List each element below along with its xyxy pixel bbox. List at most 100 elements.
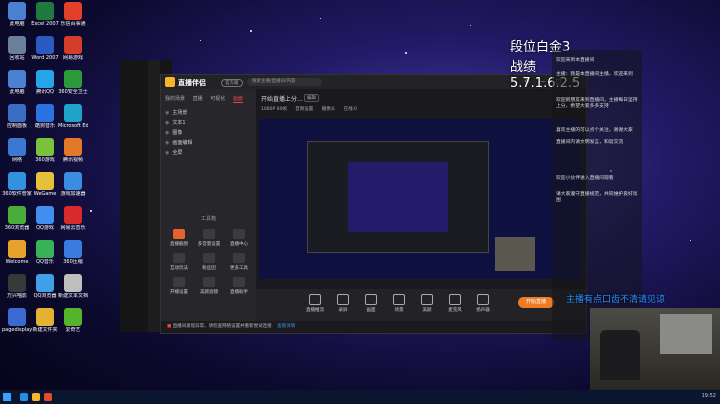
desktop-icon[interactable]: 360游戏 [30,138,60,163]
layers-icon [393,294,405,305]
left-panel: 我的场景 直播 可视化 画面 ◉ 主场景 ◉ 文本1 ◉ 图像 ◉ 画面编辑 ◉ 全屏 工… [161,89,256,333]
desktop-icon[interactable]: 360压缩 [58,240,88,265]
desktop-icon[interactable]: 乐信百事通 [58,2,88,27]
camera-setting[interactable]: 摄像头 [322,107,336,112]
desktop-icon[interactable]: 网易游戏 [58,36,88,61]
tool-button[interactable]: 互动玩法 [165,253,193,271]
desktop-icon-label: QQ游戏 [36,225,54,231]
desktop-icon[interactable]: 腾讯视频 [58,138,88,163]
desktop-icon[interactable]: QQ游戏 [30,206,60,231]
tool-button[interactable]: 开播设置 [165,277,193,295]
desktop-icon[interactable]: Excel 2007 [30,2,60,27]
speaker-icon [477,294,489,305]
desktop-icon[interactable]: 酷狗音乐 [30,104,60,129]
screen-button[interactable]: 画面 [360,294,382,313]
windows-start-icon[interactable] [3,393,11,401]
tool-button[interactable]: 美颜滤镜 [195,277,223,295]
desktop-icon-label: 此电脑 [9,21,25,27]
desktop-icon[interactable]: 控制面板 [2,104,32,129]
alert-bar: ■ 直播间发现异常，请检查网络设置并重新尝试连接 查看详情 [161,321,586,333]
desktop-icon[interactable]: Welcome [2,240,32,265]
desktop-icon[interactable]: 网易云音乐 [58,206,88,231]
tool-label: 更多工具 [230,266,248,271]
desktop-icon[interactable]: QQ音乐 [30,240,60,265]
desktop-icon[interactable]: 回收站 [2,36,32,61]
desktop-icon-label: 360压缩 [63,259,83,265]
scene-item[interactable]: ◉ 全屏 [165,149,182,156]
desktop-icon[interactable]: 新建文件夹 [30,308,60,333]
tool-button[interactable]: 粉丝团 [195,253,223,271]
taskbar-app-icon[interactable] [32,393,40,401]
alert-details-link[interactable]: 查看详情 [277,324,295,329]
app-icon [36,206,54,224]
eye-icon: ◉ [165,120,170,126]
audio-setting[interactable]: 音频设置 [295,107,313,112]
desktop-icon[interactable]: 360浏览器 [2,206,32,231]
desktop-icon[interactable]: WeGame [30,172,60,197]
record-button[interactable]: 录屏 [332,294,354,313]
scene-item[interactable]: ◉ 图像 [165,129,182,136]
nested-desktop-preview [348,162,448,232]
tool-button[interactable]: 更多工具 [225,253,253,271]
desktop-icon[interactable]: 腾讯QQ [30,70,60,95]
speaker-button[interactable]: 扬声器 [472,294,494,313]
app-icon [8,308,26,326]
desktop-icon[interactable]: 新建文本文档 [58,274,88,299]
desktop-icon[interactable]: 此电脑 [2,70,32,95]
desktop-icon[interactable]: pagedisplay_pro [2,308,32,333]
taskbar-app-icon[interactable] [44,393,52,401]
desktop-icon-label: 爱奇艺 [65,327,81,333]
scene-item[interactable]: ◉ 文本1 [165,119,186,126]
desktop-icon[interactable]: 360安全卫士 [58,70,88,95]
tab-visual[interactable]: 可视化 [210,96,225,102]
app-icon [64,36,82,54]
tool-icon [203,253,215,263]
microphone-button[interactable]: 麦克风 [444,294,466,313]
scene-item[interactable]: ◉ 画面编辑 [165,139,192,146]
chat-message: 喜欢主播的可以点个关注，谢谢大家 [556,128,633,133]
desktop-icon[interactable]: 游戏加速器 [58,172,88,197]
desktop-icon[interactable]: Word 2007 [30,36,60,61]
tool-button[interactable]: 直播助手 [225,277,253,295]
live-companion-window: 直播伴侣 官方版 搜索主播/直播间/内容 ⚙ — ▢ ✕ 我的场景 直播 可视化… [160,74,587,334]
desktop-icon[interactable]: 爱奇艺 [58,308,88,333]
scrolling-banner: 主播有点口齿不清请见谅 [566,295,666,305]
tool-button[interactable]: 直播截图 [165,229,193,247]
tab-my-scenes[interactable]: 我的场景 [165,96,185,102]
tool-icon [233,277,245,287]
chat-message: 直播间内请文明发言，和谐交流 [556,140,624,145]
desktop-icon[interactable]: 网络 [2,138,32,163]
taskbar-app-icon[interactable] [20,393,28,401]
desktop-icon[interactable]: Microsoft Edge [58,104,88,129]
chat-message: 欢迎新朋友来到直播间，主播每日坚持上分，希望大家多多支持 [556,98,638,109]
tool-label: 美颜滤镜 [200,290,218,295]
tool-button[interactable]: 多音量设置 [195,229,223,247]
tab-live[interactable]: 直播 [193,96,203,102]
desktop-icon[interactable]: 此电脑 [2,2,32,27]
tool-button[interactable]: 直播中心 [225,229,253,247]
chat-message: 请大家遵守直播规范，共同维护良好氛围 [556,192,638,203]
online-count: 在线:0 [343,107,358,112]
search-input[interactable]: 搜索主播/直播间/内容 [247,78,322,86]
record-label-overlay: 战绩 [510,60,537,75]
resolution-setting[interactable]: 1080P 60帧 [261,107,287,112]
desktop-icon-label: 回收站 [9,55,25,61]
stream-push-button[interactable]: 直播推流 [304,294,326,313]
desktop-icon-label: Excel 2007 [31,21,59,27]
app-icon [8,172,26,190]
desktop-icon[interactable]: 360软件管家 [2,172,32,197]
app-icon [36,104,54,122]
start-live-button[interactable]: 开始直播 [518,297,554,308]
app-icon [36,308,54,326]
scene-button[interactable]: 场景 [388,294,410,313]
desktop-icon-label: Welcome [5,259,29,265]
beauty-button[interactable]: 美颜 [416,294,438,313]
scene-item[interactable]: ◉ 主场景 [165,109,187,116]
microphone-icon [449,294,461,305]
edit-notice-button[interactable]: 编辑 [304,94,319,102]
desktop-icon[interactable]: QQ浏览器 [30,274,60,299]
app-icon [36,2,54,20]
desktop-icon[interactable]: 万兴喵影 [2,274,32,299]
desktop-icon-label: 酷狗音乐 [34,123,55,129]
tab-screen[interactable]: 画面 [232,96,243,103]
